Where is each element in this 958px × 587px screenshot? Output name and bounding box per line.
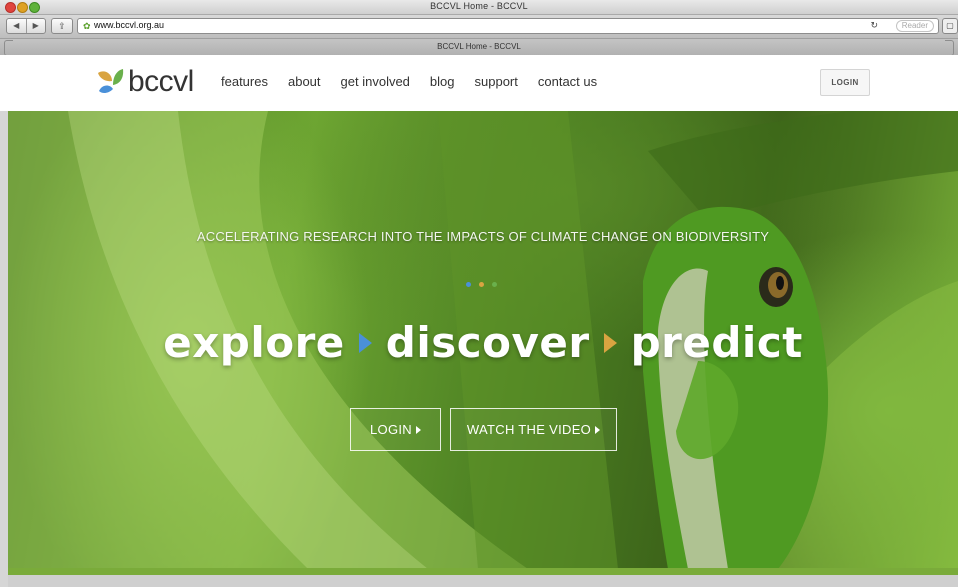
hero-headline: explore discover predict: [8, 318, 958, 367]
headline-word-predict: predict: [630, 318, 803, 367]
hero-tagline: ACCELERATING RESEARCH INTO THE IMPACTS O…: [196, 229, 770, 244]
history-buttons: ◀ ▶: [6, 18, 46, 34]
hero-login-button[interactable]: LOGIN: [350, 408, 441, 451]
carousel-dot-2[interactable]: [479, 282, 484, 287]
hero-banner: ACCELERATING RESEARCH INTO THE IMPACTS O…: [8, 111, 958, 569]
forward-arrow-icon[interactable]: ▶: [27, 19, 46, 33]
tab-bar: BCCVL Home - BCCVL: [0, 38, 958, 56]
nav-support[interactable]: support: [475, 74, 518, 90]
nav-contact-us[interactable]: contact us: [538, 74, 597, 90]
nav-about[interactable]: about: [288, 74, 321, 90]
play-arrow-icon: [595, 426, 601, 434]
brand-green-strip: [8, 568, 958, 575]
headline-word-explore: explore: [163, 318, 345, 367]
url-text[interactable]: www.bccvl.org.au: [94, 20, 164, 30]
new-tab-button[interactable]: [945, 40, 954, 56]
gold-arrow-icon: [603, 332, 617, 353]
leaf-logo-icon: [98, 69, 124, 94]
hero-login-label: LOGIN: [370, 422, 412, 437]
main-nav: features about get involved blog support…: [221, 74, 617, 90]
watch-video-label: WATCH THE VIDEO: [466, 422, 592, 437]
blue-arrow-icon: [358, 332, 372, 353]
browser-titlebar: BCCVL Home - BCCVL: [0, 0, 958, 15]
active-tab[interactable]: BCCVL Home - BCCVL: [0, 42, 958, 51]
site-logo[interactable]: bccvl: [96, 66, 194, 98]
play-arrow-icon: [415, 426, 421, 434]
header-login-button[interactable]: LOGIN: [820, 69, 870, 96]
reload-icon[interactable]: ↻: [870, 20, 878, 31]
headline-word-discover: discover: [385, 318, 590, 367]
carousel-dots: [466, 282, 505, 287]
extension-icon[interactable]: ▢: [942, 18, 958, 34]
section-divider: [8, 575, 958, 587]
reader-button[interactable]: Reader: [895, 20, 934, 32]
nav-blog[interactable]: blog: [430, 74, 455, 90]
address-bar[interactable]: ✿ www.bccvl.org.au ↻ Reader: [77, 18, 939, 34]
watch-video-button[interactable]: WATCH THE VIDEO: [450, 408, 617, 451]
site-header: bccvl features about get involved blog s…: [0, 55, 958, 111]
carousel-dot-1[interactable]: [466, 282, 471, 287]
browser-toolbar: ◀ ▶ ⇪ ✿ www.bccvl.org.au ↻ Reader ▢: [0, 15, 958, 38]
carousel-dot-3[interactable]: [492, 282, 497, 287]
nav-get-involved[interactable]: get involved: [341, 74, 410, 90]
share-icon[interactable]: ⇪: [51, 18, 73, 34]
back-arrow-icon[interactable]: ◀: [7, 19, 27, 33]
site-favicon-icon: ✿: [83, 21, 91, 31]
window-title: BCCVL Home - BCCVL: [430, 1, 528, 11]
frog-shape: [643, 206, 829, 569]
nav-features[interactable]: features: [221, 74, 268, 90]
logo-text: bccvl: [128, 65, 194, 98]
